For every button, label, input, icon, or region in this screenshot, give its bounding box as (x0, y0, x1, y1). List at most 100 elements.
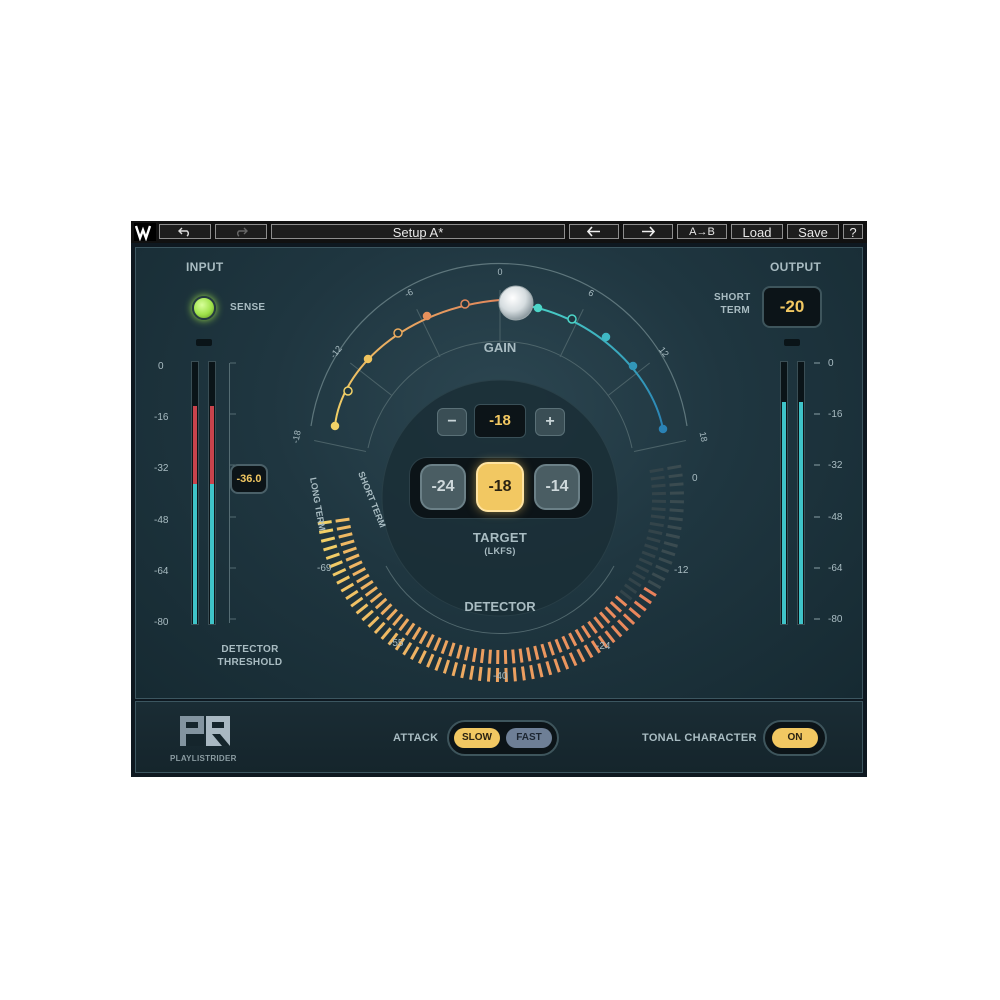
short-term-bar (593, 616, 605, 630)
undo-button[interactable] (159, 224, 211, 239)
short-term-bar (456, 644, 463, 659)
short-term-bar (648, 529, 663, 536)
load-button[interactable]: Load (731, 224, 783, 240)
detector-scale-12: -12 (674, 565, 689, 576)
short-term-bar (433, 637, 442, 652)
target-option-minus14[interactable]: -14 (534, 464, 580, 510)
long-term-bar (583, 644, 594, 659)
long-term-bar (512, 667, 517, 682)
short-term-bar (547, 641, 555, 656)
short-term-bar (623, 583, 638, 594)
long-term-bar (633, 600, 647, 612)
long-term-bar (658, 556, 673, 565)
arrow-left-icon (586, 226, 600, 237)
short-term-bar (488, 649, 492, 664)
gain-label: GAIN (484, 340, 517, 355)
plugin-window: Setup A* A→B Load Save ? INPUT SENSE 0 -… (131, 221, 867, 777)
long-term-bar (402, 642, 413, 656)
gain-curve-dot (460, 299, 470, 309)
short-term-bar (418, 630, 429, 645)
long-term-bar (350, 596, 364, 608)
long-term-bar (460, 663, 467, 679)
gain-curve-dot (343, 386, 353, 396)
short-term-bar (336, 525, 351, 531)
short-term-bar (338, 532, 353, 539)
short-term-bar (628, 577, 642, 588)
long-term-bar (520, 666, 526, 681)
short-term-bar (587, 620, 598, 634)
long-term-bar (663, 541, 678, 548)
attack-fast-button[interactable]: FAST (506, 728, 552, 748)
long-term-bar (651, 572, 666, 582)
gain-curve-dot (658, 424, 668, 434)
arrow-right-icon (642, 226, 656, 237)
playlistrider-logo-icon (180, 716, 230, 746)
target-option-minus18[interactable]: -18 (476, 462, 524, 512)
gain-tick-mark (633, 440, 686, 453)
tonal-character-on-button[interactable]: ON (772, 728, 818, 748)
short-term-bar (614, 595, 628, 607)
save-button[interactable]: Save (787, 224, 839, 240)
tonal-character-label: TONAL CHARACTER (642, 732, 757, 744)
redo-icon (237, 227, 248, 237)
gain-curve-dot (533, 303, 543, 313)
redo-button[interactable] (215, 224, 267, 239)
gain-curve-dot (330, 421, 340, 431)
gain-tick-label: 0 (497, 267, 502, 277)
long-term-bar (667, 524, 682, 531)
long-term-bar (545, 661, 553, 676)
short-term-bar (392, 613, 404, 627)
long-term-bar (568, 652, 578, 667)
long-term-bar (367, 615, 380, 628)
setup-name-field[interactable]: Setup A* (271, 224, 565, 240)
long-term-bar (442, 659, 451, 674)
short-term-bar (646, 536, 661, 543)
long-term-bar (345, 589, 359, 601)
long-term-bar (537, 663, 544, 678)
short-term-bar (651, 507, 666, 512)
short-term-bar (369, 592, 383, 604)
short-term-bar (525, 647, 532, 662)
short-term-bar (631, 570, 646, 581)
short-term-bar (554, 638, 563, 653)
long-term-bar (617, 619, 629, 632)
detector-scale-40: -40 (493, 671, 508, 682)
gain-knob[interactable] (498, 285, 534, 321)
long-term-bar (336, 575, 351, 585)
target-option-minus24[interactable]: -24 (420, 464, 466, 510)
short-term-bar (574, 628, 585, 643)
short-term-bar (641, 550, 656, 559)
long-term-bar (669, 482, 684, 487)
gain-minus-button[interactable]: − (437, 408, 467, 436)
short-term-bar (651, 483, 666, 488)
attack-slow-button[interactable]: SLOW (454, 728, 500, 748)
long-term-bar (661, 549, 676, 557)
short-term-bar (561, 635, 570, 650)
gain-tick-mark (314, 440, 367, 453)
long-term-bar (486, 667, 491, 682)
long-term-bar (469, 665, 475, 680)
detector-scale-69: -69 (317, 563, 332, 574)
gain-curve-dot (628, 361, 638, 371)
gain-plus-button[interactable]: + (535, 408, 565, 436)
short-term-bar (598, 611, 611, 624)
target-label: TARGET (472, 530, 528, 545)
short-term-bar (374, 597, 388, 610)
long-term-bar (361, 609, 374, 622)
help-button[interactable]: ? (843, 224, 863, 240)
short-term-bar (440, 639, 449, 655)
prev-preset-button[interactable] (569, 224, 619, 239)
ab-button[interactable]: A→B (677, 224, 727, 239)
gain-value-display: -18 (474, 404, 526, 438)
long-term-bar (561, 655, 570, 670)
long-term-bar (638, 593, 652, 605)
long-term-bar (332, 567, 347, 577)
next-preset-button[interactable] (623, 224, 673, 239)
long-term-bar (426, 653, 435, 668)
bottom-bar: PLAYLISTRIDER ATTACK SLOW FAST TONAL CHA… (135, 701, 863, 773)
short-term-bar (649, 521, 664, 528)
short-term-bar (404, 622, 416, 636)
detector-label: DETECTOR (464, 599, 536, 614)
gain-curve-dot (393, 328, 403, 338)
short-term-bar (348, 560, 363, 569)
